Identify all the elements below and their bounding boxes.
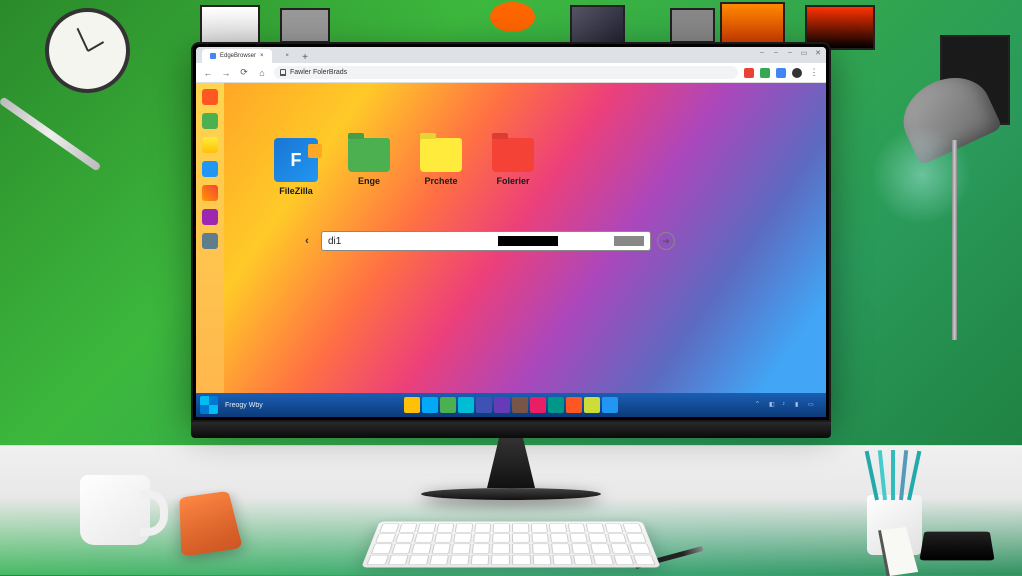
taskbar: Freogy Wby ^ ◧ (196, 393, 826, 417)
path-back-button[interactable]: ‹ (299, 233, 315, 249)
taskbar-app-icon[interactable] (440, 397, 456, 413)
sidebar-app-icon[interactable] (202, 233, 218, 249)
wall-poster (280, 8, 330, 43)
icon-label: FileZilla (279, 186, 313, 196)
tray-battery-icon[interactable]: ▮ (795, 401, 803, 409)
desktop-area: F FileZilla Enge Prchete (196, 83, 826, 393)
tab-close-icon[interactable]: × (260, 53, 264, 59)
sidebar-app-icon[interactable] (202, 209, 218, 225)
filezilla-icon: F (274, 138, 318, 182)
home-button[interactable]: ⌂ (256, 67, 268, 79)
minimize-button[interactable]: – (786, 49, 794, 57)
wall-poster (670, 8, 715, 43)
keyboard (361, 521, 661, 567)
wall-poster (200, 5, 260, 45)
tray-notification-icon[interactable]: ▭ (808, 401, 816, 409)
tablet (919, 532, 994, 561)
taskbar-app-icon[interactable] (548, 397, 564, 413)
folder-icon (348, 138, 390, 172)
taskbar-pinned-apps (404, 397, 618, 413)
browser-tab[interactable]: × (274, 49, 298, 63)
tab-favicon-icon (210, 53, 216, 59)
taskbar-app-icon[interactable] (404, 397, 420, 413)
back-button[interactable]: ← (202, 67, 214, 79)
profile-icon[interactable] (792, 68, 802, 78)
browser-toolbar: ← → ⟳ ⌂ Fawler FolerBrads ⋮ (196, 63, 826, 83)
tray-chevron-icon[interactable]: ^ (756, 401, 764, 409)
reload-button[interactable]: ⟳ (238, 67, 250, 79)
progress-segment (614, 236, 644, 246)
extension-icon[interactable] (744, 68, 754, 78)
system-tray: ^ ◧ ♪ ▮ ▭ (756, 401, 822, 409)
sidebar-app-icon[interactable] (202, 89, 218, 105)
lock-icon (280, 69, 286, 76)
taskbar-app-icon[interactable] (530, 397, 546, 413)
desktop-folder[interactable]: Folerier (492, 138, 534, 196)
desktop-folder[interactable]: Enge (348, 138, 390, 196)
browser-tab-active[interactable]: EdgeBrowser × (202, 49, 272, 63)
progress-segment (498, 236, 558, 246)
extension-icon[interactable] (776, 68, 786, 78)
taskbar-app-icon[interactable] (602, 397, 618, 413)
taskbar-app-icon[interactable] (458, 397, 474, 413)
sidebar-app-icon[interactable] (202, 113, 218, 129)
address-text: Fawler FolerBrads (290, 69, 347, 76)
desktop-app-filezilla[interactable]: F FileZilla (274, 138, 318, 196)
coffee-mug (80, 475, 150, 545)
tab-close-icon[interactable]: × (286, 53, 290, 59)
desktop-icons-row: F FileZilla Enge Prchete (274, 138, 534, 196)
sidebar-app-icon[interactable] (202, 185, 218, 201)
folder-icon (492, 138, 534, 172)
sidebar-app-icon[interactable] (202, 161, 218, 177)
path-value: di1 (328, 236, 341, 247)
taskbar-app-icon[interactable] (422, 397, 438, 413)
start-button[interactable] (200, 396, 218, 414)
taskbar-label: Freogy Wby (221, 402, 267, 409)
desk-lamp-left (0, 96, 101, 171)
desk-lamp (902, 80, 992, 150)
wall-poster (490, 2, 535, 32)
desktop-folder[interactable]: Prchete (420, 138, 462, 196)
sidebar-app-icon[interactable] (202, 137, 218, 153)
path-input[interactable]: di1 (321, 231, 651, 251)
more-control[interactable]: – (758, 49, 766, 57)
taskbar-app-icon[interactable] (512, 397, 528, 413)
new-tab-button[interactable]: + (299, 52, 311, 63)
close-button[interactable]: ✕ (814, 49, 822, 57)
screen: – – – ▭ ✕ EdgeBrowser × × + (196, 47, 826, 417)
icon-label: Folerier (496, 176, 529, 186)
desktop-wallpaper[interactable]: F FileZilla Enge Prchete (224, 83, 826, 393)
tab-label: EdgeBrowser (220, 53, 256, 59)
icon-label: Prchete (424, 176, 457, 186)
monitor: – – – ▭ ✕ EdgeBrowser × × + (191, 42, 831, 500)
left-sidebar (196, 83, 224, 393)
path-bar-group: ‹ di1 ➜ (299, 231, 675, 251)
forward-button[interactable]: → (220, 67, 232, 79)
taskbar-app-icon[interactable] (566, 397, 582, 413)
taskbar-app-icon[interactable] (584, 397, 600, 413)
browser-tab-bar: EdgeBrowser × × + (196, 47, 826, 63)
taskbar-app-icon[interactable] (476, 397, 492, 413)
extension-icon[interactable] (760, 68, 770, 78)
menu-button[interactable]: ⋮ (808, 67, 820, 79)
wall-poster (570, 5, 625, 45)
folder-icon (420, 138, 462, 172)
wall-clock (45, 8, 130, 93)
tray-network-icon[interactable]: ◧ (769, 401, 777, 409)
more-control[interactable]: – (772, 49, 780, 57)
address-bar[interactable]: Fawler FolerBrads (274, 66, 738, 79)
path-go-button[interactable]: ➜ (657, 232, 675, 250)
maximize-button[interactable]: ▭ (800, 49, 808, 57)
taskbar-app-icon[interactable] (494, 397, 510, 413)
tray-sound-icon[interactable]: ♪ (782, 401, 790, 409)
icon-label: Enge (358, 176, 380, 186)
